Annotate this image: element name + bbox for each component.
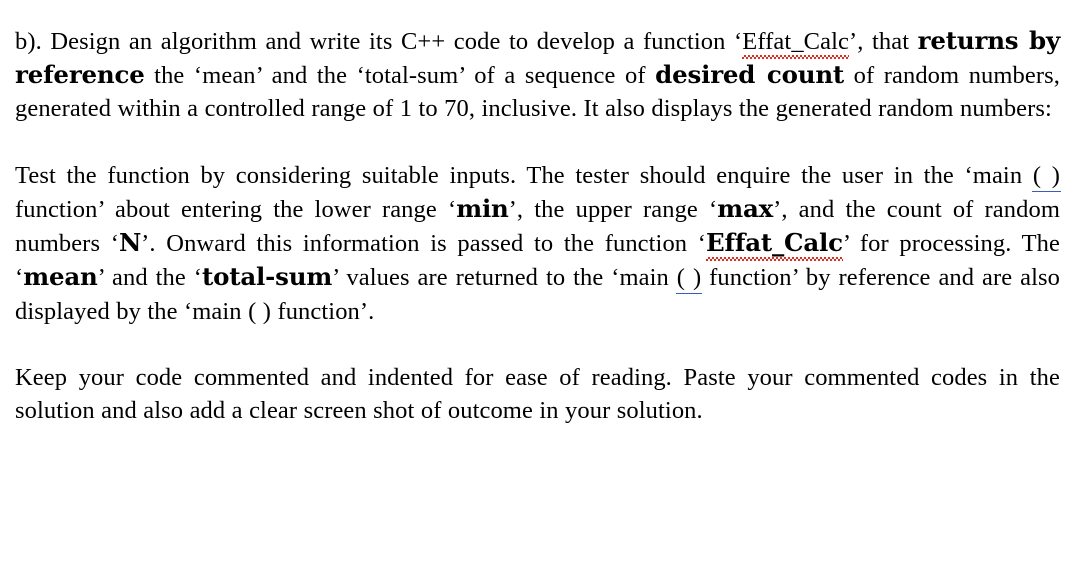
grammar-marked-term: ( ) [676, 264, 702, 292]
paragraph-spacer-1 [15, 126, 1060, 159]
paragraph-1: b). Design an algorithm and write its C+… [15, 26, 1061, 123]
paragraph-3: Keep your code commented and indented fo… [15, 364, 1060, 425]
bold-term: max [717, 194, 774, 223]
bold-misspelled-term: Effat_Calc [706, 228, 843, 258]
misspelled-term: Effat_Calc [742, 28, 849, 55]
bold-term: mean [23, 262, 98, 292]
grammar-marked-term: ( ) [1032, 161, 1060, 189]
paragraph-2: Test the function by considering suitabl… [15, 161, 1060, 325]
bold-term: N [118, 228, 142, 258]
bold-term: total-sum [202, 262, 333, 292]
paragraph-spacer-2 [15, 328, 1060, 361]
bold-term: min [456, 194, 509, 223]
document-page: b). Design an algorithm and write its C+… [0, 0, 1081, 585]
bold-term: returns by reference [15, 26, 1060, 90]
bold-term: desired count [655, 60, 845, 90]
